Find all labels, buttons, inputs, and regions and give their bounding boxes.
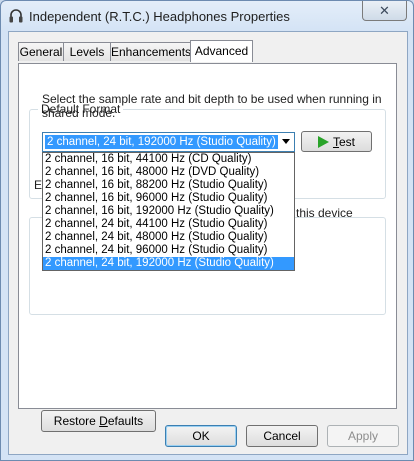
apply-label: Apply — [347, 429, 379, 443]
sample-rate-options-list[interactable]: 2 channel, 16 bit, 44100 Hz (CD Quality)… — [42, 152, 295, 271]
restore-defaults-button[interactable]: Restore Defaults — [41, 410, 156, 432]
test-button[interactable]: Test — [301, 131, 372, 152]
test-label: Test — [332, 134, 355, 149]
window-title: Independent (R.T.C.) Headphones Properti… — [29, 9, 290, 24]
title-bar[interactable]: Independent (R.T.C.) Headphones Properti… — [1, 1, 413, 31]
restore-defaults-label: Restore Defaults — [53, 414, 144, 428]
tab-label: Levels — [69, 45, 105, 59]
tab-general[interactable]: General — [18, 42, 64, 61]
cancel-button[interactable]: Cancel — [246, 425, 318, 447]
default-format-description: Select the sample rate and bit depth to … — [42, 92, 382, 120]
headphones-icon — [9, 9, 23, 23]
sample-rate-option[interactable]: 2 channel, 24 bit, 48000 Hz (Studio Qual… — [43, 231, 294, 244]
tab-label: Enhancements — [111, 45, 192, 59]
sample-rate-option[interactable]: 2 channel, 24 bit, 44100 Hz (Studio Qual… — [43, 218, 294, 231]
sample-rate-option[interactable]: 2 channel, 16 bit, 96000 Hz (Studio Qual… — [43, 192, 294, 205]
tab-label: General — [19, 45, 63, 59]
tab-advanced[interactable]: Advanced — [190, 40, 253, 62]
exclusive-mode-text: this device — [296, 206, 353, 220]
sample-rate-option[interactable]: 2 channel, 16 bit, 44100 Hz (CD Quality) — [43, 153, 294, 166]
close-icon: ✕ — [379, 2, 390, 18]
play-icon — [317, 135, 329, 148]
sample-rate-dropdown[interactable]: 2 channel, 24 bit, 192000 Hz (Studio Qua… — [42, 132, 295, 152]
apply-button[interactable]: Apply — [327, 425, 399, 447]
ok-button[interactable]: OK — [165, 425, 237, 447]
sample-rate-option[interactable]: 2 channel, 24 bit, 96000 Hz (Studio Qual… — [43, 244, 294, 257]
close-button[interactable]: ✕ — [362, 1, 407, 21]
tab-levels[interactable]: Levels — [63, 42, 111, 61]
tab-label: Advanced — [194, 44, 249, 58]
sample-rate-option[interactable]: 2 channel, 16 bit, 48000 Hz (DVD Quality… — [43, 166, 294, 179]
exclusive-mode-group-title: E — [34, 178, 43, 192]
sample-rate-option[interactable]: 2 channel, 16 bit, 192000 Hz (Studio Qua… — [43, 205, 294, 218]
cancel-label: Cancel — [263, 429, 301, 443]
sample-rate-option[interactable]: 2 channel, 24 bit, 192000 Hz (Studio Qua… — [43, 257, 294, 270]
chevron-down-icon — [282, 139, 290, 144]
sample-rate-selected: 2 channel, 24 bit, 192000 Hz (Studio Qua… — [45, 135, 278, 149]
tab-enhancements[interactable]: Enhancements — [110, 42, 191, 61]
sample-rate-option[interactable]: 2 channel, 16 bit, 88200 Hz (Studio Qual… — [43, 179, 294, 192]
ok-label: OK — [192, 429, 210, 443]
